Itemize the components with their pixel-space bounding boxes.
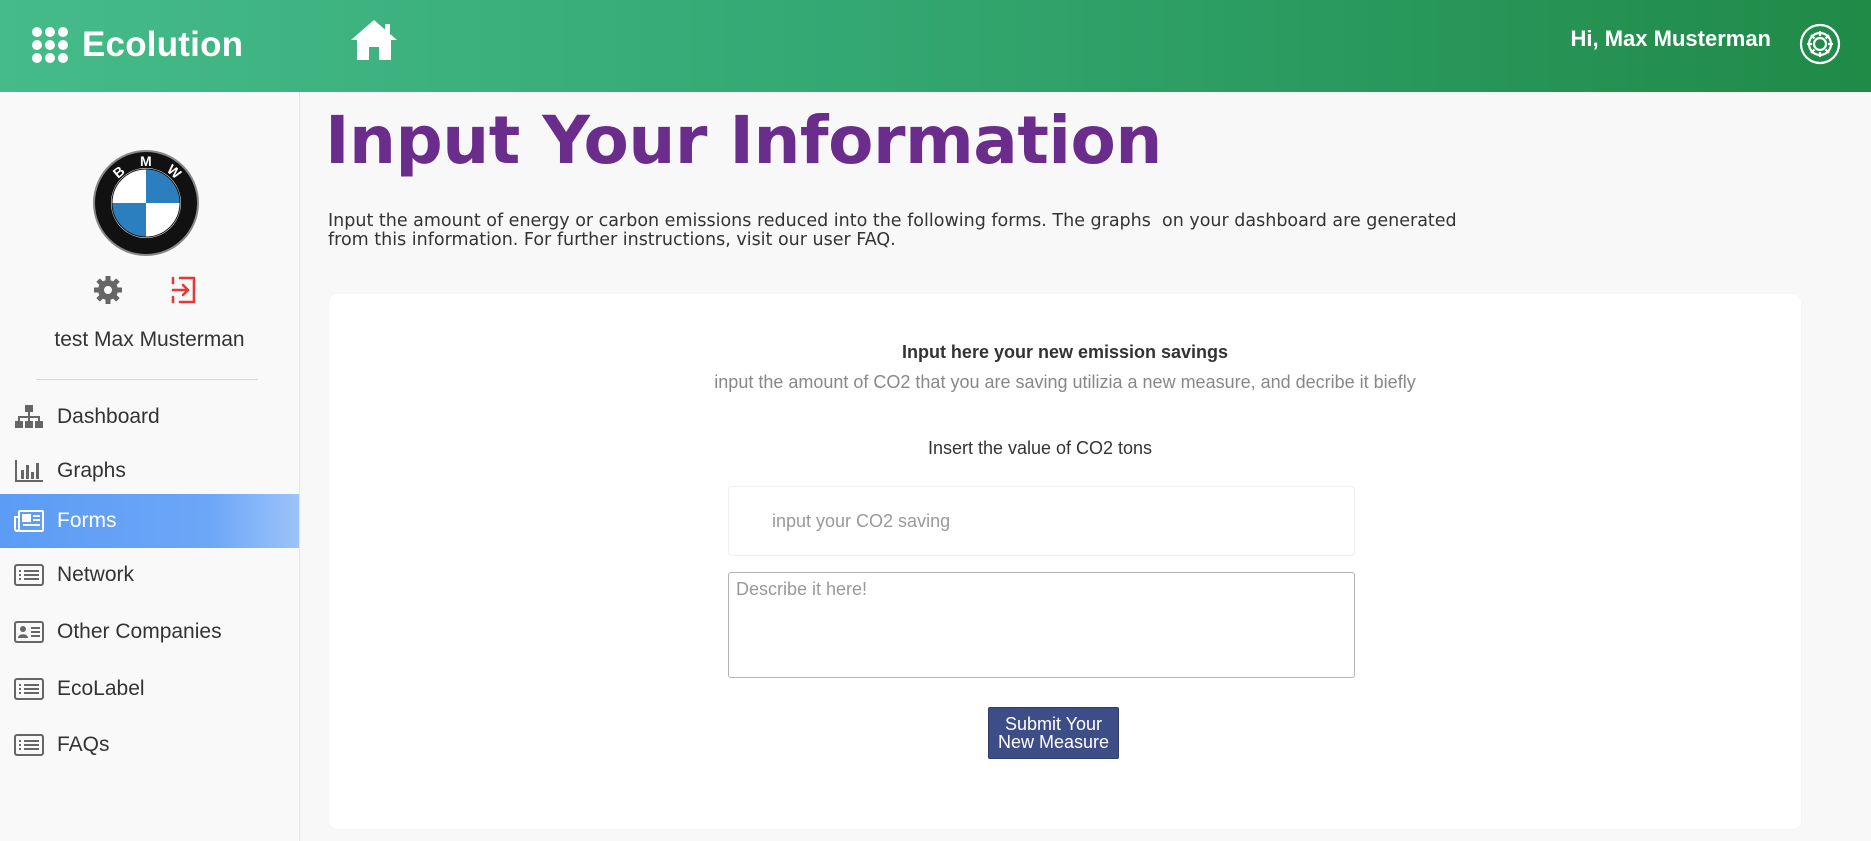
emission-form-card: Input here your new emission savings inp… [329,294,1801,829]
brand[interactable]: Ecolution [32,19,243,71]
sidebar-item-label: Dashboard [57,405,160,428]
apps-grid-icon [32,27,68,63]
top-navbar: Ecolution Hi, Max Musterman [0,0,1871,92]
intro-line-1: Input the amount of energy or carbon emi… [328,211,1457,231]
sidebar-item-faqs[interactable]: FAQs [0,718,299,772]
user-greeting: Hi, Max Musterman [1570,26,1772,51]
co2-saving-input[interactable] [728,486,1355,556]
sidebar-item-network[interactable]: Network [0,548,299,602]
sidebar-divider [36,379,258,380]
sidebar-item-ecolabel[interactable]: EcoLabel [0,662,299,716]
submit-label-line-2: New Measure [997,732,1110,752]
list-icon [14,677,44,701]
sidebar-item-label: Graphs [57,459,126,482]
bar-chart-icon [14,459,44,483]
intro-text: Input the amount of energy or carbon emi… [328,212,1628,250]
newspaper-icon [14,509,44,533]
description-textarea[interactable] [728,572,1355,678]
company-logo: B M W [92,149,200,257]
page-title: Input Your Information [325,102,1162,179]
svg-text:M: M [140,153,152,169]
form-heading: Input here your new emission savings [901,342,1229,362]
home-button[interactable] [348,18,400,62]
sign-out-icon [171,276,196,304]
sidebar-item-label: EcoLabel [57,677,145,700]
submit-label-line-1: Submit Your [1004,714,1103,734]
sidebar-item-other-companies[interactable]: Other Companies [0,605,299,659]
sidebar-item-graphs[interactable]: Graphs [0,444,299,498]
gear-icon [94,276,122,304]
submit-measure-button[interactable]: Submit Your New Measure [988,707,1119,759]
sidebar-item-forms[interactable]: Forms [0,494,299,548]
form-subheading: input the amount of CO2 that you are sav… [714,372,1416,392]
cog-circle-icon [1799,23,1841,65]
home-icon [351,20,397,60]
sitemap-icon [14,405,44,429]
sidebar-item-label: FAQs [57,733,110,756]
list-icon [14,733,44,757]
logout-button[interactable] [168,274,200,306]
list-icon [14,563,44,587]
sidebar: B M W test Max Musterman Dashboard Graph… [0,92,300,841]
sidebar-user-name: test Max Musterman [54,328,245,351]
intro-line-2: from this information. For further instr… [328,230,896,250]
sidebar-item-label: Network [57,563,135,586]
settings-button[interactable] [92,274,124,306]
id-card-icon [14,620,44,644]
user-settings-button[interactable] [1796,20,1844,68]
sidebar-item-label: Other Companies [57,620,222,643]
sidebar-item-label: Forms [57,509,117,532]
sidebar-item-dashboard[interactable]: Dashboard [0,390,299,444]
co2-input-label: Insert the value of CO2 tons [927,438,1153,458]
app-name: Ecolution [82,25,244,64]
